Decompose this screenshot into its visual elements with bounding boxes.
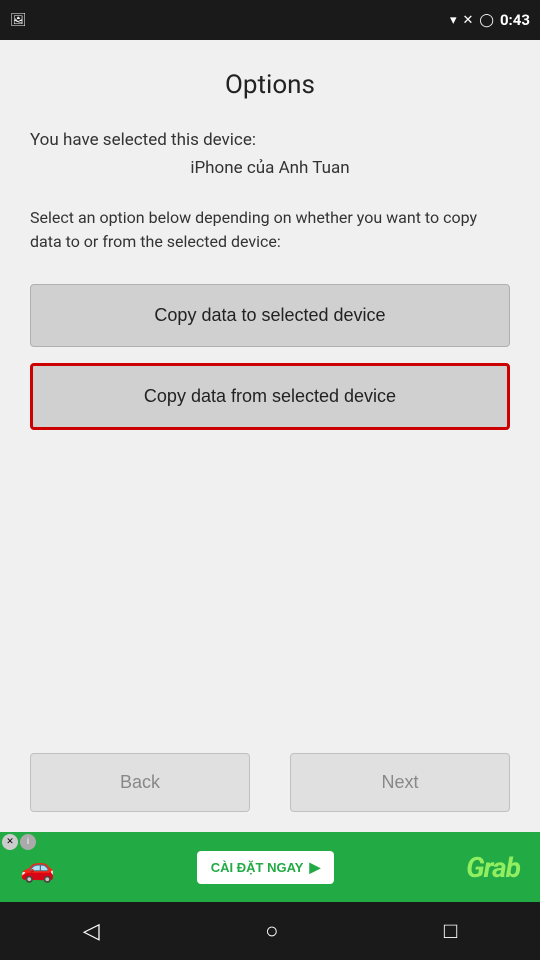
gallery-icon: 🖼: [10, 13, 27, 28]
signal-icon: ✕: [462, 13, 473, 28]
status-bar-right: ▾ ✕ ◯ 0:43: [450, 11, 530, 29]
ad-cta-button[interactable]: CÀI ĐẶT NGAY ▶: [197, 851, 334, 884]
status-bar-left: 🖼: [10, 13, 27, 28]
ad-info-button[interactable]: i: [20, 834, 36, 850]
instruction-text: Select an option below depending on whet…: [30, 206, 510, 254]
android-nav-bar: ◁ ○ □: [0, 902, 540, 960]
ad-cta-arrow: ▶: [309, 859, 320, 876]
back-button[interactable]: Back: [30, 753, 250, 812]
status-bar: 🖼 ▾ ✕ ◯ 0:43: [0, 0, 540, 40]
status-time: 0:43: [500, 11, 530, 29]
page-title: Options: [30, 70, 510, 100]
ad-car-icon: 🚗: [20, 851, 55, 884]
device-name: iPhone của Anh Tuan: [30, 158, 510, 178]
ad-banner: ✕ i 🚗 CÀI ĐẶT NGAY ▶ Grab: [0, 832, 540, 902]
next-button[interactable]: Next: [290, 753, 510, 812]
ad-cta-label: CÀI ĐẶT NGAY: [211, 860, 304, 875]
main-content: Options You have selected this device: i…: [0, 40, 540, 733]
selected-device-label: You have selected this device:: [30, 130, 510, 150]
copy-to-button[interactable]: Copy data to selected device: [30, 284, 510, 347]
wifi-icon: ▾: [450, 13, 457, 28]
android-home-button[interactable]: ○: [245, 910, 298, 952]
battery-icon: ◯: [479, 13, 494, 28]
ad-logo: Grab: [466, 851, 520, 884]
copy-from-button[interactable]: Copy data from selected device: [30, 363, 510, 430]
ad-close-button[interactable]: ✕: [2, 834, 18, 850]
bottom-navigation: Back Next: [0, 733, 540, 832]
ad-logo-text: Grab: [466, 851, 520, 884]
android-recent-button[interactable]: □: [424, 910, 477, 952]
android-back-button[interactable]: ◁: [63, 911, 120, 952]
